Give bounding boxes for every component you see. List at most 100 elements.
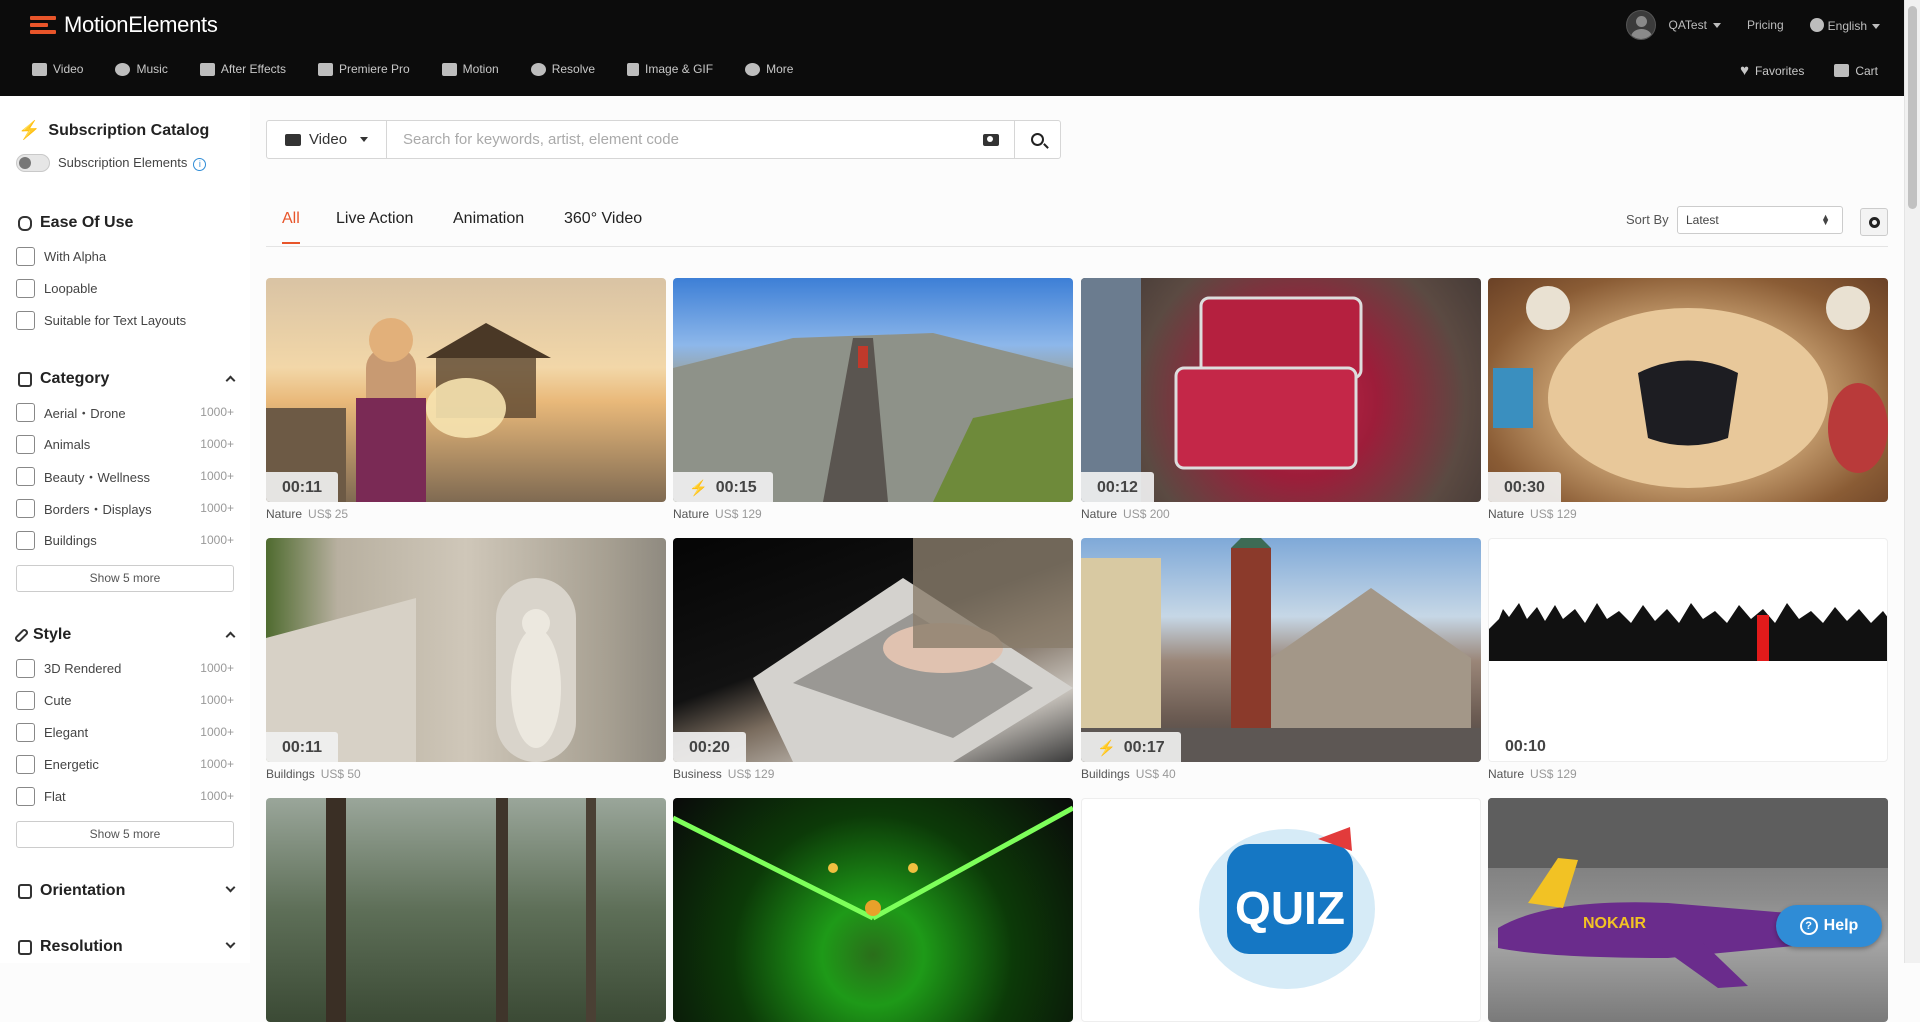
category-item[interactable]: Borders・Displays 1000+ [16, 498, 234, 518]
video-thumbnail[interactable]: 00:12 [1081, 278, 1481, 502]
video-thumbnail[interactable] [673, 798, 1073, 1022]
checkbox[interactable] [16, 722, 35, 742]
category-item[interactable]: Aerial・Drone 1000+ [16, 402, 234, 422]
card-category[interactable]: Nature [1488, 767, 1524, 781]
result-card[interactable] [673, 798, 1073, 1022]
result-card[interactable]: ⚡ 00:15 Nature US$ 129 [673, 278, 1073, 521]
video-thumbnail[interactable]: ⚡ 00:15 [673, 278, 1073, 502]
category-title[interactable]: Category [18, 370, 109, 388]
orientation-title[interactable]: Orientation [18, 882, 125, 900]
sort-select[interactable]: Latest ▲ ▼ [1677, 206, 1843, 234]
tab-animation[interactable]: Animation [453, 210, 524, 242]
video-thumbnail[interactable]: 00:11 [266, 538, 666, 762]
pricing-link[interactable]: Pricing [1747, 18, 1784, 32]
language-selector[interactable]: English [1809, 17, 1880, 33]
card-category[interactable]: Nature [673, 507, 709, 521]
checkbox[interactable] [16, 310, 35, 330]
result-card[interactable]: 00:11 Nature US$ 25 [266, 278, 666, 521]
chevron-up-icon[interactable] [225, 631, 236, 642]
duration-text: 00:11 [282, 479, 323, 496]
video-thumbnail[interactable]: 00:10 [1488, 538, 1888, 762]
nav-more[interactable]: More [745, 62, 793, 76]
tab-360-video[interactable]: 360° Video [564, 210, 642, 242]
checkbox[interactable] [16, 498, 35, 518]
settings-button[interactable] [1860, 208, 1888, 236]
filter-text-layouts[interactable]: Suitable for Text Layouts [16, 310, 234, 330]
tab-live-action[interactable]: Live Action [336, 210, 413, 242]
result-card[interactable]: 00:30 Nature US$ 129 [1488, 278, 1888, 521]
category-show-more-button[interactable]: Show 5 more [16, 565, 234, 592]
resolution-title[interactable]: Resolution [18, 938, 123, 956]
checkbox[interactable] [16, 658, 35, 678]
style-show-more-button[interactable]: Show 5 more [16, 821, 234, 848]
checkbox[interactable] [16, 786, 35, 806]
checkbox[interactable] [16, 434, 35, 454]
info-icon[interactable]: i [193, 158, 207, 171]
video-thumbnail[interactable]: 00:20 [673, 538, 1073, 762]
chevron-down-icon[interactable] [225, 882, 236, 893]
category-item[interactable]: Beauty・Wellness 1000+ [16, 466, 234, 486]
card-category[interactable]: Nature [1488, 507, 1524, 521]
search-input[interactable] [387, 121, 968, 158]
search-button[interactable] [1014, 121, 1060, 158]
style-title[interactable]: Style [13, 626, 71, 644]
quiz-label: QUIZ [1235, 882, 1345, 934]
result-card[interactable]: 00:20 Business US$ 129 [673, 538, 1073, 781]
page-scrollbar[interactable] [1904, 0, 1920, 963]
card-category[interactable]: Buildings [266, 767, 315, 781]
nav-image-gif[interactable]: Image & GIF [627, 62, 713, 76]
help-button[interactable]: ? Help [1776, 905, 1882, 947]
video-thumbnail[interactable]: ⚡ 00:17 [1081, 538, 1481, 762]
card-category[interactable]: Buildings [1081, 767, 1130, 781]
subscription-toggle[interactable] [16, 154, 50, 172]
card-category[interactable]: Nature [1081, 507, 1117, 521]
result-card[interactable] [266, 798, 666, 1022]
result-card[interactable]: 00:10 Nature US$ 129 [1488, 538, 1888, 781]
result-card[interactable]: QUIZ [1081, 798, 1481, 1022]
checkbox[interactable] [16, 278, 35, 298]
video-thumbnail[interactable] [266, 798, 666, 1022]
style-item[interactable]: Cute 1000+ [16, 690, 234, 710]
video-thumbnail[interactable]: 00:30 [1488, 278, 1888, 502]
tab-all[interactable]: All [282, 210, 300, 244]
checkbox[interactable] [16, 754, 35, 774]
chevron-down-icon[interactable] [225, 938, 236, 949]
nav-video[interactable]: Video [32, 62, 83, 76]
result-card[interactable]: ⚡ 00:17 Buildings US$ 40 [1081, 538, 1481, 781]
nav-resolve[interactable]: Resolve [530, 62, 595, 76]
checkbox[interactable] [16, 466, 35, 486]
card-meta: Buildings US$ 50 [266, 767, 666, 781]
nav-music[interactable]: Music [115, 62, 168, 76]
checkbox[interactable] [16, 690, 35, 710]
video-thumbnail[interactable]: QUIZ [1081, 798, 1481, 1022]
image-search-button[interactable] [968, 121, 1014, 158]
checkbox[interactable] [16, 246, 35, 266]
duration-text: 00:11 [282, 739, 323, 756]
scrollbar-thumb[interactable] [1908, 6, 1917, 209]
video-thumbnail[interactable]: 00:11 [266, 278, 666, 502]
card-category[interactable]: Business [673, 767, 722, 781]
card-category[interactable]: Nature [266, 507, 302, 521]
style-item[interactable]: Elegant 1000+ [16, 722, 234, 742]
checkbox[interactable] [16, 530, 35, 550]
style-item[interactable]: 3D Rendered 1000+ [16, 658, 234, 678]
result-card[interactable]: 00:11 Buildings US$ 50 [266, 538, 666, 781]
filter-with-alpha[interactable]: With Alpha [16, 246, 234, 266]
style-item[interactable]: Flat 1000+ [16, 786, 234, 806]
favorites-link[interactable]: ♥ Favorites [1740, 62, 1804, 79]
chevron-up-icon[interactable] [225, 375, 236, 386]
category-item[interactable]: Buildings 1000+ [16, 530, 234, 550]
nav-after-effects[interactable]: After Effects [199, 62, 286, 76]
user-menu[interactable]: QATest [1626, 10, 1721, 40]
checkbox[interactable] [16, 402, 35, 422]
style-item[interactable]: Energetic 1000+ [16, 754, 234, 774]
search-type-dropdown[interactable]: Video [267, 121, 387, 158]
cart-link[interactable]: Cart [1834, 62, 1878, 79]
nav-motion[interactable]: Motion [441, 62, 499, 76]
result-card[interactable]: 00:12 Nature US$ 200 [1081, 278, 1481, 521]
ease-title-label: Ease Of Use [40, 214, 134, 231]
brand-logo[interactable]: MotionElements [30, 12, 218, 38]
nav-premiere-pro[interactable]: Premiere Pro [317, 62, 410, 76]
category-item[interactable]: Animals 1000+ [16, 434, 234, 454]
filter-loopable[interactable]: Loopable [16, 278, 234, 298]
